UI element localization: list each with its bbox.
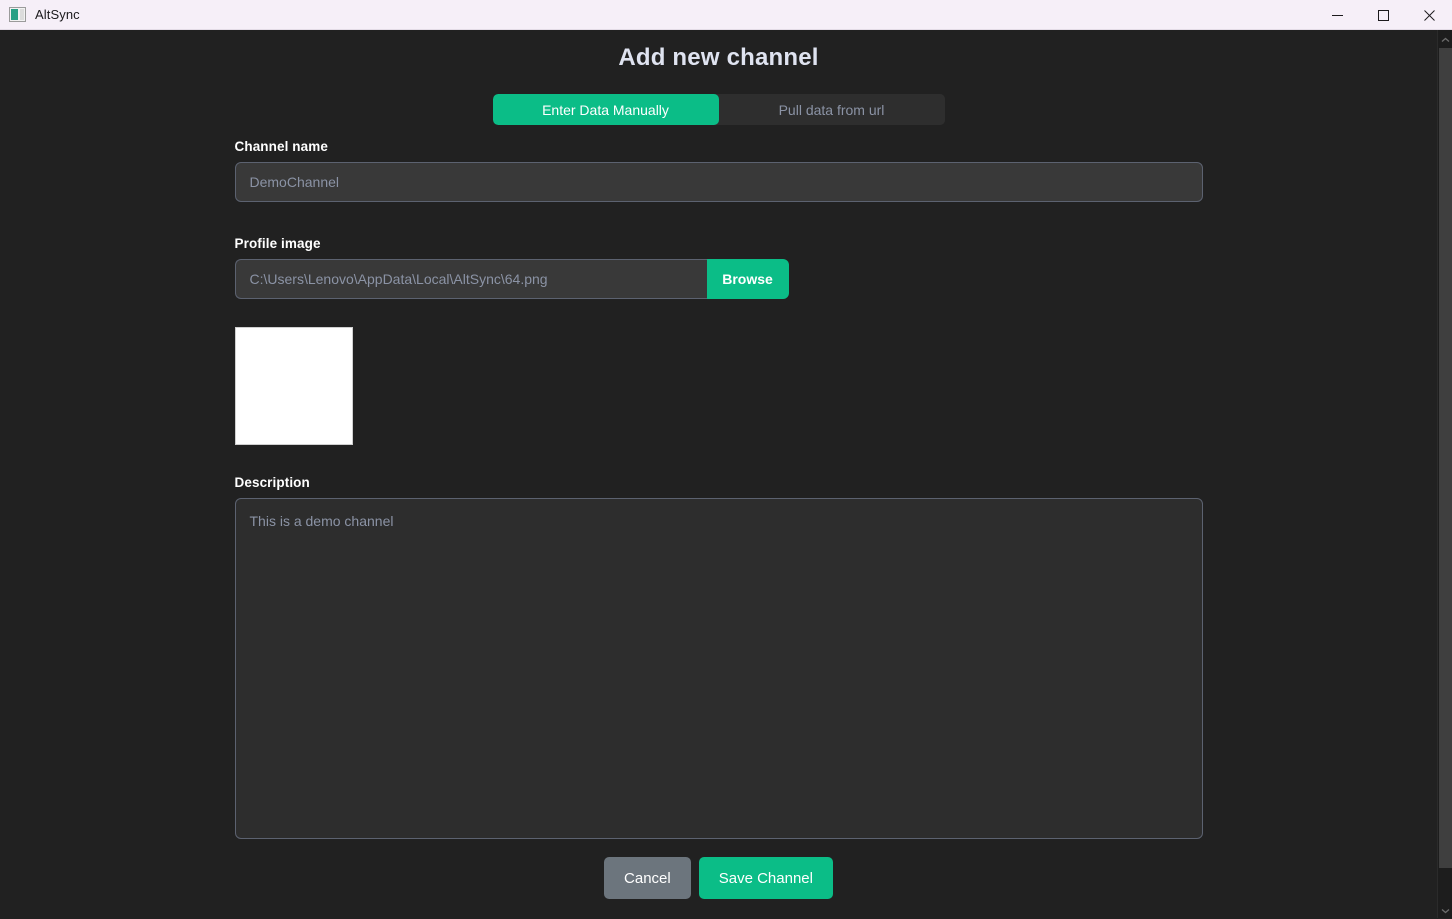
close-button[interactable] <box>1406 0 1452 30</box>
close-icon <box>1423 9 1435 21</box>
form-actions: Cancel Save Channel <box>235 857 1203 899</box>
window-titlebar: AltSync <box>0 0 1452 30</box>
profile-image-path-input[interactable] <box>234 259 707 299</box>
mode-tabs: Enter Data Manually Pull data from url <box>492 94 945 125</box>
window-title: AltSync <box>35 7 80 22</box>
page-content: Add new channel Enter Data Manually Pull… <box>0 30 1437 918</box>
profile-image-row: Browse <box>234 259 789 299</box>
channel-name-label: Channel name <box>234 139 328 154</box>
scrollbar-up-button[interactable] <box>1438 30 1452 47</box>
tab-pull-data-from-url[interactable]: Pull data from url <box>718 94 945 125</box>
browse-button[interactable]: Browse <box>706 259 789 299</box>
maximize-button[interactable] <box>1360 0 1406 30</box>
maximize-icon <box>1377 9 1389 21</box>
minimize-icon <box>1331 10 1343 21</box>
page-title: Add new channel <box>618 44 819 71</box>
chevron-up-icon <box>1441 30 1450 48</box>
description-textarea[interactable] <box>234 498 1203 839</box>
cancel-button[interactable]: Cancel <box>604 857 691 899</box>
add-channel-form: Channel name Profile image Browse Descri… <box>234 125 1203 899</box>
scrollbar-down-button[interactable] <box>1438 901 1452 918</box>
window-controls <box>1314 0 1452 30</box>
save-channel-button[interactable]: Save Channel <box>698 857 833 899</box>
app-icon <box>9 7 26 22</box>
chevron-down-icon <box>1441 901 1450 919</box>
scrollbar-thumb[interactable] <box>1439 48 1452 868</box>
tab-enter-data-manually-label: Enter Data Manually <box>542 101 669 118</box>
channel-name-input[interactable] <box>234 162 1203 202</box>
vertical-scrollbar[interactable] <box>1437 30 1452 918</box>
tab-enter-data-manually[interactable]: Enter Data Manually <box>492 94 719 125</box>
description-label: Description <box>234 475 310 490</box>
tab-pull-data-from-url-label: Pull data from url <box>778 101 885 118</box>
minimize-button[interactable] <box>1314 0 1360 30</box>
profile-image-preview <box>234 327 353 445</box>
profile-image-label: Profile image <box>234 236 321 251</box>
